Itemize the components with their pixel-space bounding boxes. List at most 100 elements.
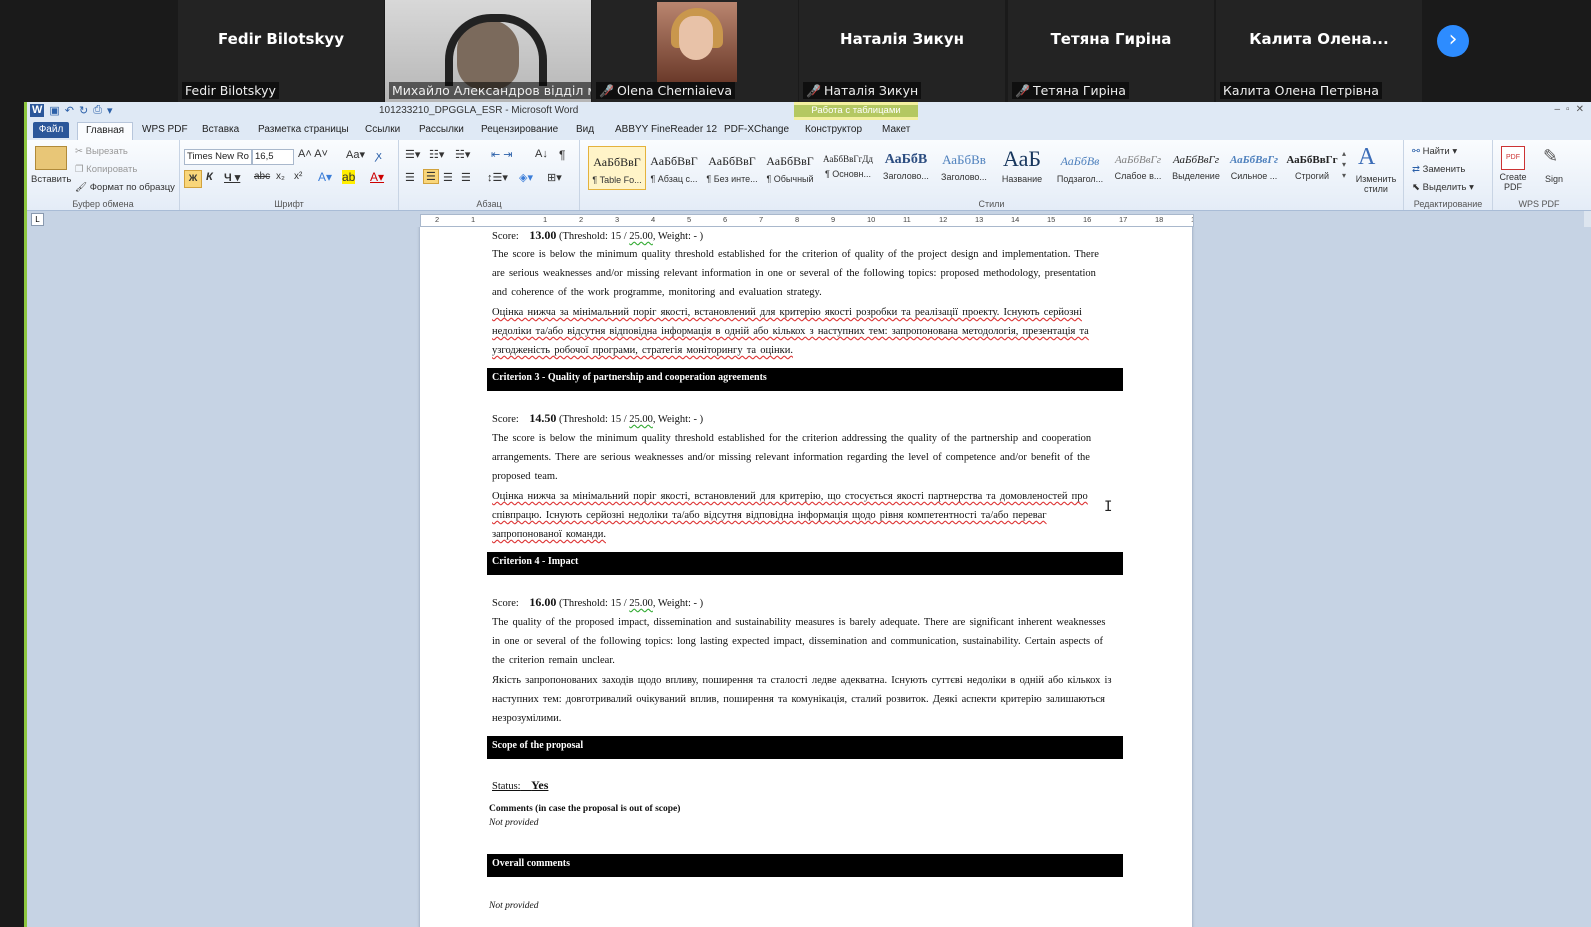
participant-tile-olena[interactable]: 🎤̸ Olena Cherniaieva <box>592 0 798 102</box>
style-table-fo[interactable]: АаБбВвГ ¶ Table Fo... <box>588 146 646 190</box>
tab-insert[interactable]: Вставка <box>202 124 239 135</box>
ruler-tick-label: 9 <box>831 215 836 224</box>
group-wps-pdf: PDF Create PDF ✎ Sign WPS PDF <box>1493 140 1585 210</box>
style-no-spacing[interactable]: АаБбВвГ ¶ Без инте... <box>704 146 760 188</box>
styles-scroll-icon[interactable]: ▴ ▾ ▾ <box>1342 148 1346 181</box>
numbering-icon[interactable]: ☷▾ <box>429 148 444 161</box>
text-effects-icon[interactable]: A▾ <box>318 170 332 184</box>
style-subtle-emphasis[interactable]: АаБбВвГг Слабое в... <box>1110 146 1166 188</box>
font-name-box[interactable]: Times New Ro <box>184 149 252 165</box>
align-right-icon[interactable]: ☰ <box>443 171 453 184</box>
horizontal-ruler[interactable]: 2112345678910111213141516171819 <box>420 214 1194 227</box>
copy-button[interactable]: ❐ Копировать <box>75 164 137 175</box>
tab-file[interactable]: Файл <box>33 122 69 138</box>
highlight-icon[interactable]: ab <box>342 170 356 184</box>
undo-icon[interactable]: ↶ <box>65 104 74 117</box>
customize-qat-icon[interactable]: ▾ <box>107 104 113 117</box>
align-left-icon[interactable]: ☰ <box>405 171 415 184</box>
tab-mailings[interactable]: Рассылки <box>419 124 464 135</box>
format-painter-button[interactable]: 🖌 Формат по образцу <box>75 182 175 193</box>
tab-page-layout[interactable]: Разметка страницы <box>258 124 349 135</box>
threshold-label: (Threshold: 15 / <box>558 231 627 242</box>
participant-strip: Fedir Bilotskyy Fedir Bilotskyy Михайло … <box>0 0 1591 102</box>
tab-home[interactable]: Главная <box>77 122 134 140</box>
tab-table-design[interactable]: Конструктор <box>805 124 862 135</box>
find-button[interactable]: ⚯ Найти ▾ <box>1412 146 1457 157</box>
replace-button[interactable]: ⇄ Заменить <box>1412 164 1465 175</box>
photo-face <box>679 16 713 60</box>
bullets-icon[interactable]: ☰▾ <box>405 148 420 161</box>
shading-icon[interactable]: ◈▾ <box>519 171 533 184</box>
style-heading-1[interactable]: АаБбВ Заголово... <box>878 146 934 188</box>
line-spacing-icon[interactable]: ↕☰▾ <box>487 171 508 184</box>
participant-tile-nataliia[interactable]: Наталія Зикун 🎤̸ Наталія Зикун <box>799 0 1005 102</box>
indent-icon[interactable]: ⇤ ⇥ <box>491 148 513 161</box>
cut-button[interactable]: ✂ Вырезать <box>75 146 128 157</box>
style-name: ¶ Table Fo... <box>592 175 642 185</box>
borders-icon[interactable]: ⊞▾ <box>547 171 562 184</box>
select-button[interactable]: ⬉ Выделить ▾ <box>1412 182 1474 193</box>
participant-display-name: Калита Олена... <box>1249 30 1389 48</box>
bold-icon[interactable]: Ж <box>184 170 202 188</box>
italic-icon[interactable]: К <box>206 171 213 183</box>
change-case-icon[interactable]: Aa▾ <box>346 148 365 161</box>
save-icon[interactable]: ▣ <box>49 104 59 117</box>
grow-font-icon[interactable]: A˄ A˅ <box>298 148 328 160</box>
style-paragraph-list[interactable]: АаБбВвГ ¶ Абзац с... <box>646 146 702 188</box>
sort-icon[interactable]: A↓ <box>535 148 548 160</box>
participant-tile-fedir[interactable]: Fedir Bilotskyy Fedir Bilotskyy <box>178 0 384 102</box>
superscript-icon[interactable]: x² <box>294 171 302 182</box>
tab-table-layout[interactable]: Макет <box>882 124 910 135</box>
weight-label: , Weight: - ) <box>652 231 704 242</box>
paste-button[interactable]: Вставить <box>31 174 71 185</box>
pdf-icon[interactable]: PDF <box>1501 146 1525 170</box>
c3-comment-ua-text: Оцінка нижча за мінімальний поріг якості… <box>492 491 1088 540</box>
style-title[interactable]: АаБ Название <box>994 146 1050 188</box>
c3-comment-en: The score is below the minimum quality t… <box>492 433 1092 482</box>
tab-selector-icon[interactable]: L <box>31 213 44 226</box>
show-marks-icon[interactable]: ¶ <box>559 148 565 162</box>
tab-wps-pdf[interactable]: WPS PDF <box>142 124 188 135</box>
next-page-button[interactable]: › <box>1437 25 1469 57</box>
create-pdf-button[interactable]: Create PDF <box>1497 172 1529 192</box>
change-styles-button[interactable]: Изменить стили <box>1354 174 1398 194</box>
subscript-icon[interactable]: x₂ <box>276 171 285 182</box>
underline-icon[interactable]: Ч ▾ <box>224 171 240 184</box>
participant-tile-mykhailo[interactable]: Михайло Александров відділ мі... <box>385 0 591 102</box>
ruler-tick-label: 4 <box>651 215 656 224</box>
justify-icon[interactable]: ☰ <box>461 171 471 184</box>
tab-pdf-xchange[interactable]: PDF-XChange <box>724 124 789 135</box>
clear-formatting-icon[interactable]: ꭗ <box>376 148 382 163</box>
strikethrough-icon[interactable]: abc <box>254 171 270 182</box>
style-normal[interactable]: АаБбВвГ ¶ Обычный <box>762 146 818 188</box>
style-intense-emphasis[interactable]: АаБбВвГг Сильное ... <box>1226 146 1282 188</box>
tab-abbyy[interactable]: ABBYY FineReader 12 <box>615 124 717 135</box>
style-emphasis[interactable]: АаБбВвГг Выделение <box>1168 146 1224 188</box>
document-page[interactable]: Score: 13.00 (Threshold: 15 / 25.00, Wei… <box>420 227 1192 927</box>
style-strong[interactable]: АаБбВвГг Строгий <box>1284 146 1340 188</box>
tab-review[interactable]: Рецензирование <box>481 124 558 135</box>
style-subtitle[interactable]: АаБбВв Подзагол... <box>1052 146 1108 188</box>
participant-tile-tetiana[interactable]: Тетяна Гиріна 🎤̸ Тетяна Гиріна <box>1008 0 1214 102</box>
sign-icon[interactable]: ✎ <box>1543 146 1558 167</box>
change-styles-icon[interactable]: A <box>1358 144 1375 171</box>
window-controls[interactable]: –▫✕ <box>1555 104 1591 115</box>
scope-header: Scope of the proposal <box>487 736 1123 759</box>
tab-references[interactable]: Ссылки <box>365 124 400 135</box>
style-heading-2[interactable]: АаБбВв Заголово... <box>936 146 992 188</box>
c4-score-line: Score: 16.00 (Threshold: 15 / 25.00, Wei… <box>492 595 703 610</box>
group-label: Редактирование <box>1413 199 1483 209</box>
window-title: 101233210_DPGGLA_ESR - Microsoft Word <box>379 105 579 116</box>
participant-tile-kalyta[interactable]: Калита Олена... Калита Олена Петрівна <box>1216 0 1422 102</box>
score-value: 14.50 <box>529 411 557 425</box>
redo-icon[interactable]: ↻ <box>79 104 88 117</box>
tab-view[interactable]: Вид <box>576 124 594 135</box>
paste-icon[interactable] <box>35 146 67 170</box>
print-preview-icon[interactable]: ⎙ <box>93 104 102 117</box>
align-center-icon[interactable]: ☰ <box>423 169 439 184</box>
sign-button[interactable]: Sign <box>1545 174 1563 184</box>
font-size-box[interactable]: 16,5 <box>252 149 294 165</box>
multilevel-list-icon[interactable]: ☵▾ <box>455 148 470 161</box>
font-color-icon[interactable]: A▾ <box>370 170 384 184</box>
style-body-text[interactable]: АаБбВвГгДд ¶ Основн... <box>820 146 876 188</box>
